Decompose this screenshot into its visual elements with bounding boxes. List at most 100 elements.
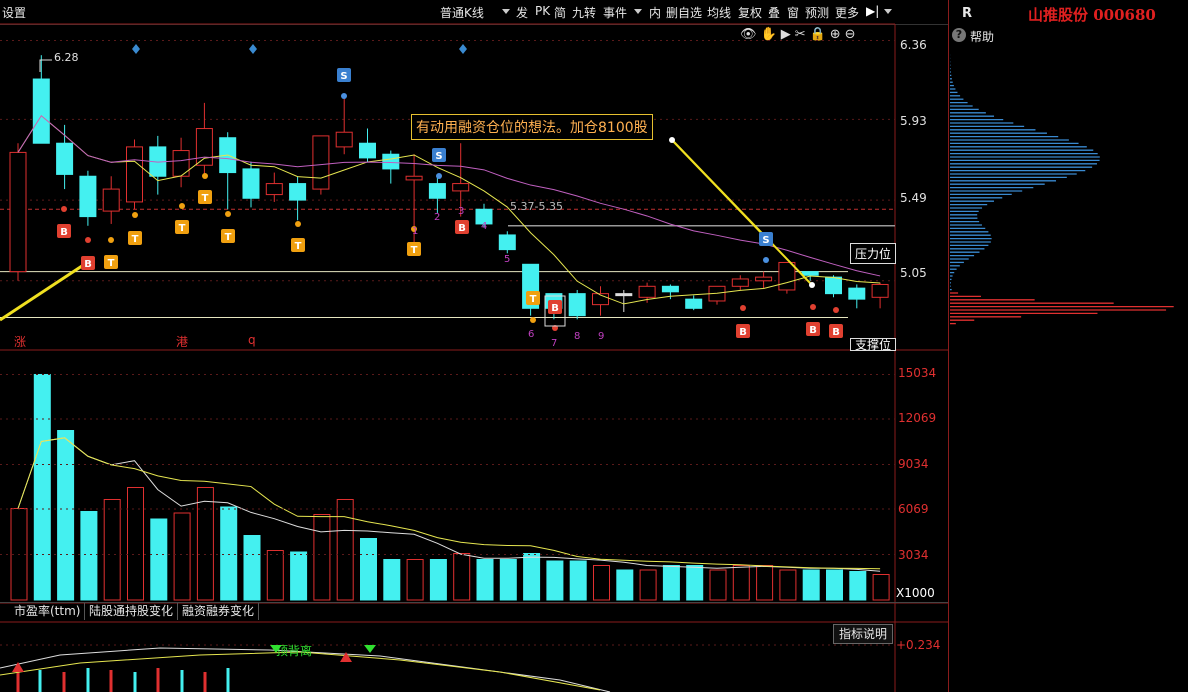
volume-bar [523,553,541,601]
volume-bar [732,565,750,601]
bottom-mark: q [248,333,256,347]
wave-number: 1 [412,226,419,237]
candle-body [778,261,796,291]
volume-bar [406,559,424,601]
wave-number: 5 [504,254,511,265]
volume-bar [127,487,144,601]
buy-signal-badge-text: B [60,227,68,238]
candle-body [335,131,353,148]
volume-bar [173,512,191,601]
signal-dot [132,212,138,218]
candle-body [452,183,470,192]
macd-bar [203,672,207,692]
signal-dot [295,221,301,227]
indicator-description-button[interactable]: 指标说明 [833,624,893,644]
candle-body [126,146,143,203]
t-signal-badge-text: T [225,232,232,243]
ma5-line [17,114,881,305]
volume-bar [80,511,98,601]
candle-body [172,150,190,177]
diamond-marker [132,44,140,54]
t-signal-badge-text: T [295,241,302,252]
volume-bar [453,553,471,601]
t-signal-badge-text: T [108,258,115,269]
volume-bar [220,506,238,601]
volume-bar [150,518,168,601]
volume-bar [826,569,843,601]
wave-number: 2 [434,212,441,223]
t-signal-badge-text: T [411,245,418,256]
volume-axis-label: 12069 [898,411,937,425]
diamond-marker [459,44,467,54]
candle-body [685,298,703,309]
candle-body [638,285,656,298]
t-signal-badge-text: T [202,193,209,204]
volume-bar [779,569,797,601]
volume-bar [313,514,331,601]
tab-margin-trading[interactable]: 融资融券变化 [178,603,260,620]
candle-body [79,175,97,218]
signal-dot [341,93,347,99]
volume-bar [360,538,377,601]
price-axis-label: 6.36 [900,38,927,52]
volume-bar [686,565,704,601]
high-price-marker: 6.28 [54,51,79,64]
volume-bar [476,559,494,601]
candle-body [195,128,213,166]
sell-signal-badge-text: S [340,71,347,82]
macd-bar [86,668,90,692]
signal-dot [810,304,816,310]
diamond-marker [249,44,257,54]
volume-bar [103,499,121,601]
candle-body [265,183,283,196]
bottom-mark: 涨 [14,335,27,349]
candle-body [102,188,120,212]
macd-bar [133,672,137,692]
stock-chart-app: 设置 普通K线 发 PK 简 九转 事件 内 删自选 均线 复权 叠 窗 预测 … [0,0,1188,692]
volume-bar [849,571,867,601]
candle-body [848,287,866,300]
candle-body [382,153,400,170]
candle-body [405,175,423,181]
buy-signal-badge-text: B [739,327,747,338]
volume-bar [593,565,610,601]
candle-body [755,276,773,282]
volume-bar [383,559,401,601]
signal-dot [436,173,442,179]
candle-body [312,135,330,190]
down-arrow-icon [364,645,376,653]
candle-body [801,271,819,276]
macd-bar [109,670,113,692]
volume-bar [290,551,308,601]
trade-annotation[interactable]: 有动用融资仓位的想法。加仓8100股 [411,114,653,140]
candle-body [661,285,679,293]
tab-hk-connect-holdings[interactable]: 陆股通持股变化 [85,603,179,620]
volume-bar [662,565,680,601]
candle-body [871,283,889,298]
macd-bar [62,672,66,692]
candle-body [359,142,376,159]
candle-body [568,293,586,317]
t-signal-badge-text: T [530,294,537,305]
volume-axis-label: 6069 [898,502,929,516]
candle-body [242,168,260,199]
tab-pe-ttm[interactable]: 市盈率(ttm) [10,603,86,620]
volume-bar [546,560,564,601]
sell-signal-badge-text: S [762,235,769,246]
buy-signal-badge-text: B [458,223,466,234]
volume-bar [639,569,657,601]
signal-dot [740,305,746,311]
t-signal-badge-text: T [132,234,139,245]
macd-bar [38,670,42,692]
volume-bar [243,535,261,601]
volume-bar [802,569,820,601]
support-level-label: 支撑位 [850,338,897,351]
signal-dot [763,257,769,263]
volume-bar [756,565,774,601]
signal-dot [85,237,91,243]
buy-signal-badge-text: B [551,303,559,314]
candle-body [731,278,749,287]
candle-body [32,78,50,144]
volume-axis-label: 9034 [898,457,929,471]
signal-dot [179,203,185,209]
